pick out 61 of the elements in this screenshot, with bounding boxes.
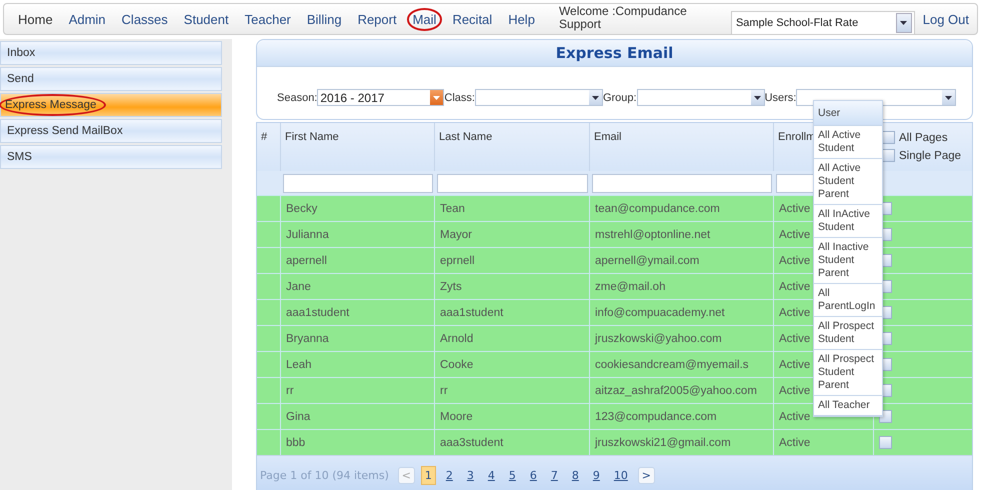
filter-select[interactable] bbox=[474, 89, 603, 106]
nav-link[interactable]: Admin bbox=[62, 8, 112, 30]
page-link[interactable]: 3 bbox=[462, 466, 478, 484]
nav-link[interactable]: Billing bbox=[300, 8, 348, 30]
dropdown-option[interactable]: All Prospect Student Parent bbox=[814, 350, 882, 396]
page-link[interactable]: 7 bbox=[546, 466, 562, 484]
logout-link[interactable]: Log Out bbox=[922, 12, 969, 26]
filter-select[interactable]: 2016 - 2017 bbox=[317, 89, 444, 106]
page-link[interactable]: 6 bbox=[526, 466, 541, 484]
filter-label: Users: bbox=[764, 92, 796, 104]
checkbox[interactable] bbox=[882, 149, 895, 162]
annotation-oval: Express Message bbox=[0, 94, 106, 116]
select-option[interactable]: All Pages bbox=[882, 131, 972, 144]
next-button[interactable]: > bbox=[638, 466, 655, 484]
page-link[interactable]: 1 bbox=[420, 466, 436, 484]
dropdown-option[interactable]: All ParentLogIn bbox=[814, 284, 882, 317]
filter-select[interactable] bbox=[636, 89, 765, 106]
nav-link[interactable]: Mail bbox=[406, 8, 442, 30]
dropdown-option[interactable]: All InActive Student bbox=[814, 205, 882, 238]
dropdown-option[interactable]: All Prospect Student bbox=[814, 317, 882, 350]
dropdown-option[interactable]: All Active Student Parent bbox=[814, 159, 882, 205]
dropdown-option[interactable]: All Active Student bbox=[814, 126, 882, 159]
nav-link[interactable]: Student bbox=[178, 8, 235, 30]
page-link[interactable]: 9 bbox=[588, 466, 604, 484]
checkbox[interactable] bbox=[879, 436, 892, 449]
sidebar-item[interactable]: Send bbox=[0, 67, 222, 91]
filter-input[interactable] bbox=[592, 174, 772, 192]
caret-icon bbox=[945, 96, 952, 100]
sidebar-item[interactable]: Express Send MailBox bbox=[0, 119, 222, 143]
dropdown-option[interactable]: User bbox=[814, 101, 882, 126]
nav-link[interactable]: Home bbox=[12, 8, 59, 30]
filter-label: Class: bbox=[444, 92, 475, 104]
sidebar-item[interactable]: Inbox bbox=[0, 41, 222, 65]
filter-label: Group: bbox=[602, 92, 637, 104]
dropdown-option[interactable]: All Inactive Student Parent bbox=[814, 238, 882, 284]
pager-summary: Page 1 of 10 (94 items) bbox=[260, 468, 389, 482]
page-link[interactable]: 8 bbox=[568, 466, 583, 484]
page-link[interactable]: 10 bbox=[610, 466, 632, 484]
dropdown-option[interactable]: All Teacher bbox=[814, 396, 882, 416]
filter-label: Season: bbox=[277, 92, 318, 104]
page-link[interactable]: 2 bbox=[442, 466, 457, 484]
page-link[interactable]: 5 bbox=[504, 466, 520, 484]
caret-icon bbox=[592, 96, 599, 100]
caret-icon bbox=[754, 96, 761, 100]
nav-link[interactable]: Classes bbox=[116, 8, 174, 30]
checkbox[interactable] bbox=[882, 131, 895, 144]
filter-input[interactable] bbox=[437, 174, 588, 192]
select-option[interactable]: Single Page bbox=[882, 149, 972, 162]
caret-icon bbox=[433, 96, 440, 100]
nav-link[interactable]: Help bbox=[502, 8, 541, 30]
sidebar-item[interactable]: SMS bbox=[0, 145, 222, 169]
welcome-text: Welcome :Compudance Support bbox=[558, 5, 688, 31]
filter-input[interactable] bbox=[283, 174, 433, 192]
panel-title: Express Email bbox=[257, 40, 972, 67]
sidebar-item[interactable]: Express Message bbox=[0, 93, 222, 117]
nav-link[interactable]: Recital bbox=[446, 8, 498, 30]
page-link[interactable]: 4 bbox=[484, 466, 499, 484]
nav-link[interactable]: Teacher bbox=[238, 8, 297, 30]
nav-link[interactable]: Report bbox=[352, 8, 403, 30]
caret-icon bbox=[900, 21, 908, 25]
school-select[interactable]: Sample School-Flat Rate bbox=[730, 11, 915, 35]
